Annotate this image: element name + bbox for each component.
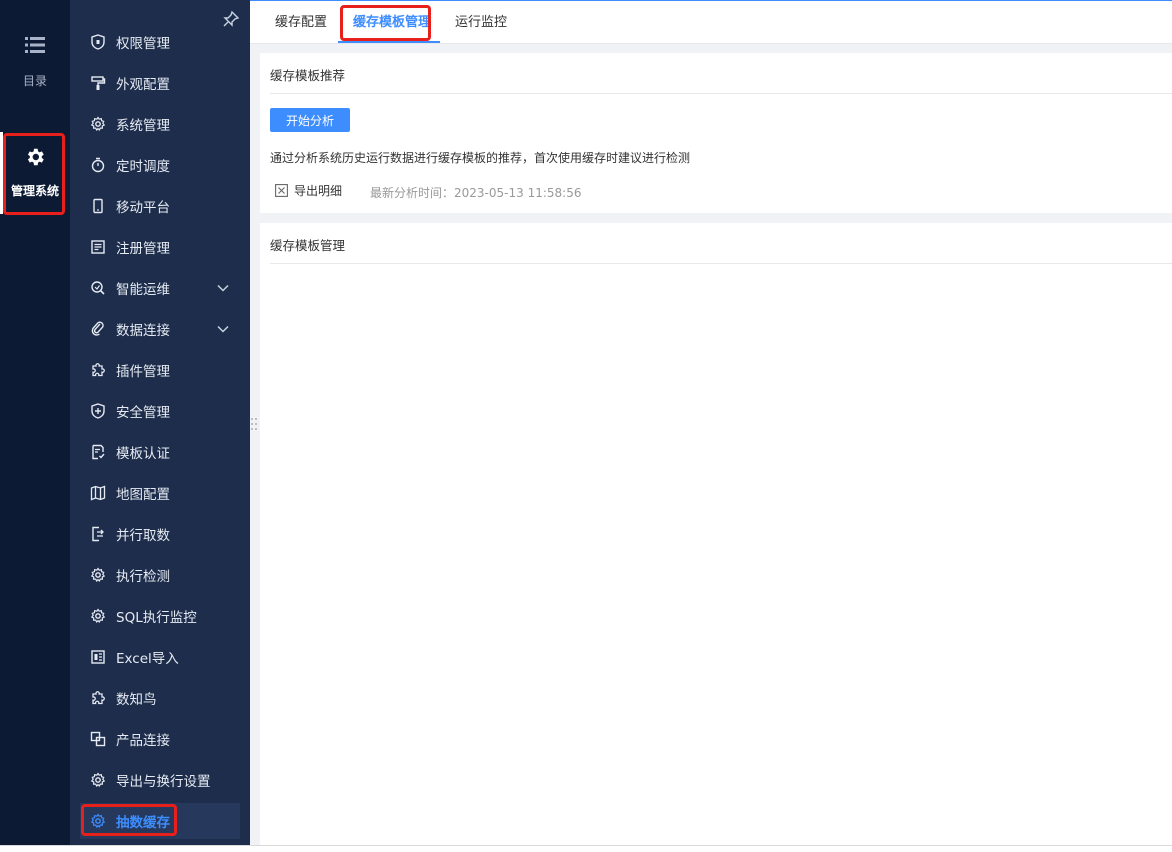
link-icon: [90, 321, 106, 337]
sidebar-item-9[interactable]: 安全管理: [80, 393, 240, 429]
resize-handle-icon[interactable]: [250, 416, 260, 432]
sidebar-item-label: 注册管理: [116, 241, 170, 257]
sidebar-item-label: 移动平台: [116, 200, 170, 216]
sidebar-item-1[interactable]: 外观配置: [80, 65, 240, 101]
main-content: 缓存配置 缓存模板管理 运行监控 缓存模板推荐 开始分析 通过分析系统历史运行数…: [250, 0, 1172, 845]
last-analysis-time: 最新分析时间：2023-05-13 11:58:56: [370, 184, 581, 201]
sidebar-item-7[interactable]: 数据连接: [80, 311, 240, 347]
sidebar-item-12[interactable]: 并行取数: [80, 516, 240, 552]
sidebar-item-label: 执行检测: [116, 569, 170, 585]
export-details-label: 导出明细: [294, 184, 343, 198]
puzzle-icon: [90, 362, 106, 378]
tab-cache-config[interactable]: 缓存配置: [275, 1, 327, 44]
sidebar-item-0[interactable]: 权限管理: [80, 24, 240, 60]
recommend-description: 通过分析系统历史运行数据进行缓存模板的推荐，首次使用缓存时建议进行检测: [270, 151, 691, 165]
bottom-status-bar: [0, 845, 1172, 852]
register-icon: [90, 239, 106, 255]
sidebar-item-5[interactable]: 注册管理: [80, 229, 240, 265]
sidebar-item-10[interactable]: 模板认证: [80, 434, 240, 470]
excel-export-icon: [275, 184, 288, 197]
sidebar-item-label: 智能运维: [116, 282, 170, 298]
sidebar-item-13[interactable]: 执行检测: [80, 557, 240, 593]
gear-icon: [90, 608, 106, 624]
product-link-icon: [90, 731, 106, 747]
sidebar-item-label: Excel导入: [116, 651, 179, 667]
sidebar-item-label: 数知鸟: [116, 692, 157, 708]
list-icon: [25, 37, 45, 53]
highlight-box-admin: [3, 133, 65, 215]
gear-icon: [90, 772, 106, 788]
sidebar-item-18[interactable]: 导出与换行设置: [80, 762, 240, 798]
sidebar-item-label: 模板认证: [116, 446, 170, 462]
app-window: 目录 管理系统 权限管理外观配置系统管理定时调度移动平台注册管理智能运维数据连接…: [0, 0, 1172, 852]
sidebar-item-label: 地图配置: [116, 487, 170, 503]
sidebar-item-label: 并行取数: [116, 528, 170, 544]
smart-ops-icon: [90, 280, 106, 296]
divider: [270, 263, 1172, 264]
sidebar-item-label: 权限管理: [116, 36, 170, 52]
sidebar-item-label: 定时调度: [116, 159, 170, 175]
last-analysis-time-value: 2023-05-13 11:58:56: [454, 186, 582, 200]
rail-catalog-label: 目录: [22, 74, 47, 88]
sidebar-item-16[interactable]: 数知鸟: [80, 680, 240, 716]
permission-icon: [90, 34, 106, 50]
shield-icon: [90, 403, 106, 419]
sidebar-item-label: 数据连接: [116, 323, 170, 339]
gear-icon: [90, 116, 106, 132]
excel-icon: [90, 649, 106, 665]
paint-roller-icon: [90, 75, 106, 91]
sidebar-item-label: 插件管理: [116, 364, 170, 380]
sidebar-item-label: 安全管理: [116, 405, 170, 421]
chevron-down-icon[interactable]: [216, 322, 230, 336]
start-analysis-button[interactable]: 开始分析: [270, 108, 350, 132]
recommend-card: 缓存模板推荐 开始分析 通过分析系统历史运行数据进行缓存模板的推荐，首次使用缓存…: [260, 53, 1172, 213]
template-management-card: 缓存模板管理: [260, 223, 1172, 845]
sidebar-item-8[interactable]: 插件管理: [80, 352, 240, 388]
recommend-card-title: 缓存模板推荐: [270, 68, 346, 83]
sidebar-item-label: 外观配置: [116, 77, 170, 93]
export-details-link[interactable]: 导出明细: [275, 182, 342, 199]
timer-icon: [90, 157, 106, 173]
parallel-fetch-icon: [90, 526, 106, 542]
map-icon: [90, 485, 106, 501]
puzzle-icon: [90, 690, 106, 706]
template-cert-icon: [90, 444, 106, 460]
highlight-box-tab: [340, 5, 431, 41]
sidebar-item-2[interactable]: 系统管理: [80, 106, 240, 142]
highlight-box-menu-item: [81, 804, 177, 836]
sidebar-item-label: SQL执行监控: [116, 610, 197, 626]
sidebar-item-6[interactable]: 智能运维: [80, 270, 240, 306]
sidebar-item-11[interactable]: 地图配置: [80, 475, 240, 511]
sidebar-item-label: 产品连接: [116, 733, 170, 749]
chevron-down-icon[interactable]: [216, 281, 230, 295]
sidebar-item-3[interactable]: 定时调度: [80, 147, 240, 183]
gear-icon: [90, 567, 106, 583]
sidebar-item-14[interactable]: SQL执行监控: [80, 598, 240, 634]
tab-runtime-monitor[interactable]: 运行监控: [455, 1, 507, 44]
template-management-title: 缓存模板管理: [270, 238, 346, 253]
left-rail: 目录 管理系统: [0, 0, 70, 845]
sidebar-item-label: 系统管理: [116, 118, 170, 134]
sidebar-item-4[interactable]: 移动平台: [80, 188, 240, 224]
divider: [270, 93, 1172, 94]
sidebar-item-15[interactable]: Excel导入: [80, 639, 240, 675]
active-tab-underline: [338, 41, 440, 43]
sidebar-item-17[interactable]: 产品连接: [80, 721, 240, 757]
last-analysis-time-label: 最新分析时间：: [370, 186, 455, 200]
mobile-icon: [90, 198, 106, 214]
rail-item-catalog[interactable]: 目录: [0, 36, 70, 89]
sidebar-item-label: 导出与换行设置: [116, 774, 211, 790]
